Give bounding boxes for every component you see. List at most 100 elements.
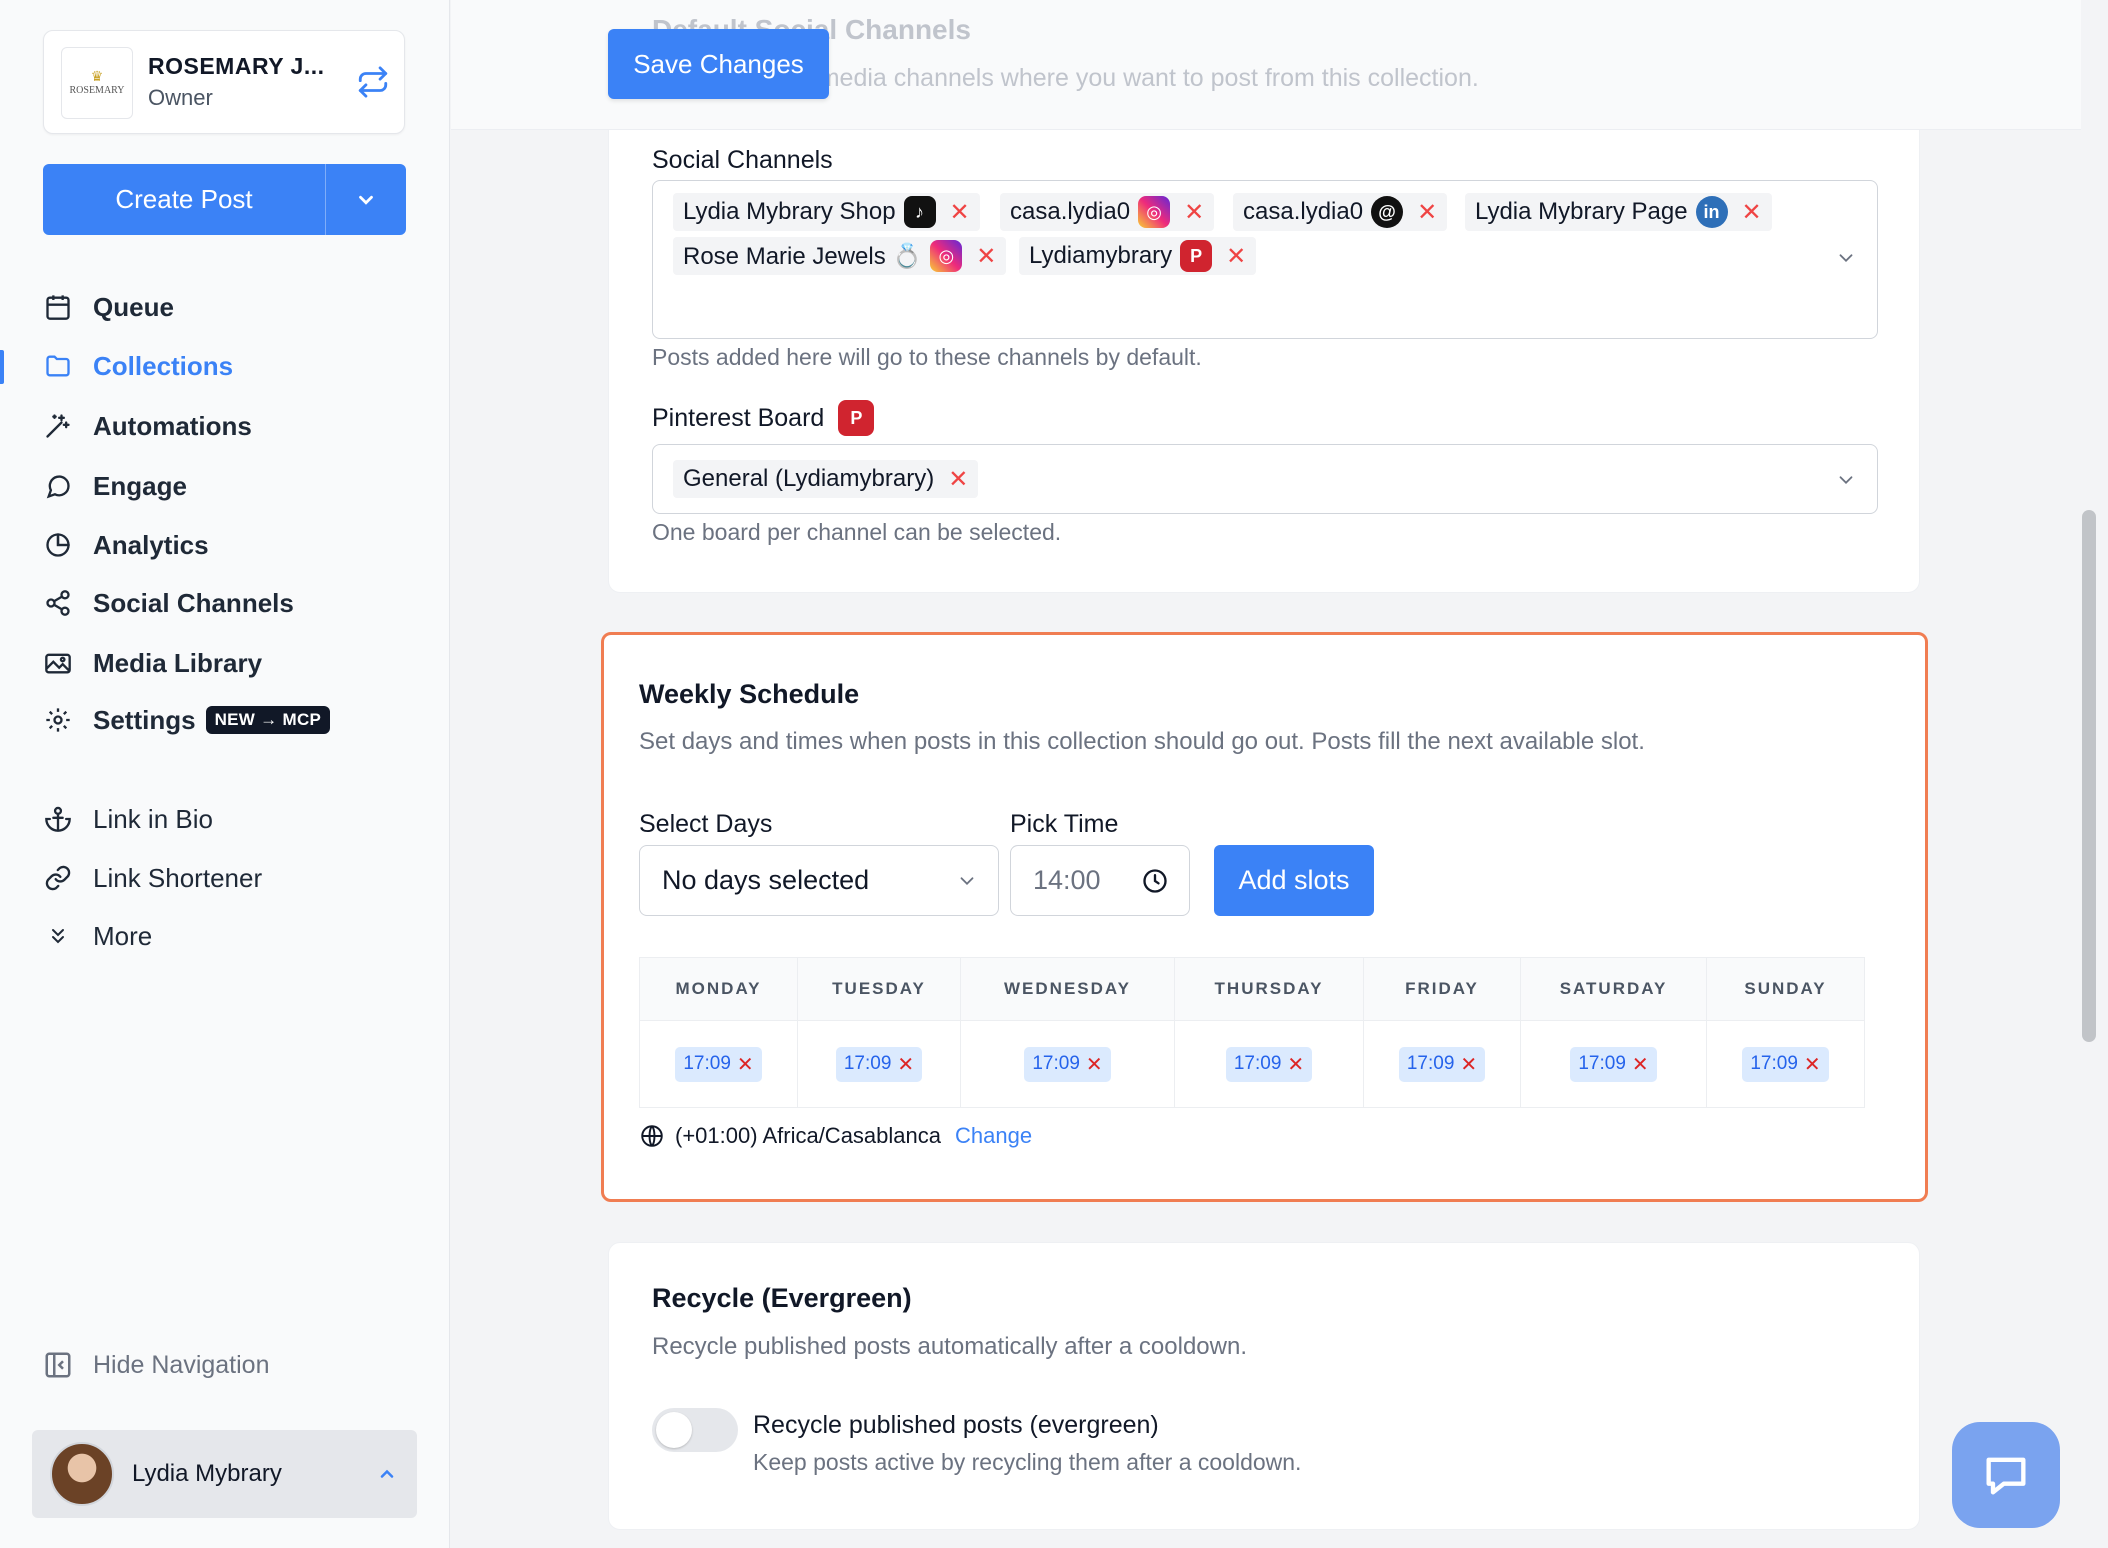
time-slot: 17:09 ✕ (675, 1046, 762, 1082)
folder-icon (43, 351, 73, 381)
pick-time-input[interactable]: 14:00 (1010, 845, 1190, 916)
remove-icon[interactable]: ✕ (1184, 198, 1204, 227)
weekly-schedule-card: Weekly Schedule Set days and times when … (601, 632, 1928, 1202)
sidebar-item-queue[interactable]: Queue (43, 285, 174, 329)
remove-icon[interactable]: ✕ (950, 198, 970, 227)
sidebar-item-label: Settings (93, 704, 196, 735)
sidebar-item-label: Link Shortener (93, 862, 263, 893)
recycle-toggle[interactable] (652, 1408, 738, 1452)
support-chat-button[interactable] (1952, 1422, 2060, 1528)
social-channels-select[interactable]: Lydia Mybrary Shop ♪ ✕ casa.lydia0 ◎ ✕ c… (652, 180, 1878, 339)
sidebar-item-label: Queue (93, 291, 174, 322)
select-days-dropdown[interactable]: No days selected (639, 845, 999, 916)
channel-chip-label: casa.lydia0 (1243, 198, 1364, 225)
chevron-down-icon (960, 876, 974, 885)
sidebar-item-label: Collections (93, 350, 234, 381)
remove-icon[interactable]: ✕ (1417, 198, 1437, 227)
channel-chip: Rose Marie Jewels 💍 ◎ ✕ (673, 237, 1007, 275)
remove-slot-icon[interactable]: ✕ (897, 1052, 914, 1077)
time-slot: 17:09 ✕ (1225, 1046, 1313, 1082)
remove-icon[interactable]: ✕ (948, 465, 968, 494)
sidebar-item-social-channels[interactable]: Social Channels (43, 581, 294, 625)
sidebar-item-more[interactable]: More (43, 914, 152, 958)
sidebar-item-collections[interactable]: Collections (43, 344, 233, 388)
day-header: WEDNESDAY (960, 957, 1175, 1022)
board-chip: General (Lydiamybrary) ✕ (673, 460, 979, 498)
chevron-down-icon[interactable] (1835, 469, 1857, 491)
remove-icon[interactable]: ✕ (1742, 198, 1762, 227)
chat-bubble-icon (43, 471, 73, 501)
remove-slot-icon[interactable]: ✕ (1804, 1052, 1821, 1077)
org-switcher[interactable]: ♛ ROSEMARY ROSEMARY J... Owner (43, 30, 405, 134)
sidebar-item-analytics[interactable]: Analytics (43, 523, 209, 567)
remove-icon[interactable]: ✕ (976, 242, 996, 271)
remove-slot-icon[interactable]: ✕ (1460, 1052, 1477, 1077)
time-slot: 17:09 ✕ (835, 1046, 923, 1082)
create-post-label[interactable]: Create Post (43, 164, 326, 235)
gear-icon (43, 705, 73, 735)
share-icon (43, 588, 73, 618)
day-cell: 17:09 ✕ (639, 1020, 798, 1108)
sidebar-item-label: Engage (93, 470, 187, 501)
channel-chip: Lydiamybrary P ✕ (1019, 237, 1257, 275)
recycle-card: Recycle (Evergreen) Recycle published po… (608, 1242, 1920, 1530)
sidebar-item-settings[interactable]: Settings NEW → MCP (43, 698, 331, 742)
recycle-toggle-label: Recycle published posts (evergreen) (753, 1411, 1159, 1439)
remove-slot-icon[interactable]: ✕ (1086, 1052, 1103, 1077)
threads-icon: @ (1371, 196, 1404, 228)
scrollbar[interactable] (2082, 510, 2096, 1042)
channel-chip-label: Lydiamybrary (1029, 242, 1173, 269)
sidebar-item-link-shortener[interactable]: Link Shortener (43, 856, 262, 900)
new-badge: NEW → MCP (205, 706, 331, 734)
change-timezone-link[interactable]: Change (955, 1123, 1032, 1149)
sidebar-item-label: Analytics (93, 529, 209, 560)
sidebar-item-engage[interactable]: Engage (43, 464, 187, 508)
pinterest-board-label: Pinterest Board (652, 403, 825, 432)
sidebar-item-automations[interactable]: Automations (43, 404, 252, 448)
tiktok-icon: ♪ (903, 196, 936, 228)
sidebar-item-link-in-bio[interactable]: Link in Bio (43, 797, 213, 841)
time-slot: 17:09 ✕ (1570, 1046, 1657, 1082)
switch-icon[interactable] (356, 65, 390, 99)
sidebar-item-media-library[interactable]: Media Library (43, 641, 262, 685)
board-chip-label: General (Lydiamybrary) (683, 465, 935, 492)
create-post-dropdown[interactable] (326, 164, 406, 235)
channel-chip: Lydia Mybrary Shop ♪ ✕ (673, 193, 980, 231)
create-post-button[interactable]: Create Post (43, 164, 406, 235)
time-slot: 17:09 ✕ (1024, 1046, 1111, 1082)
pick-time-label: Pick Time (1010, 810, 1119, 838)
chevron-down-icon[interactable] (1835, 247, 1857, 269)
day-header: MONDAY (639, 957, 798, 1022)
weekly-schedule-title: Weekly Schedule (639, 679, 860, 709)
pinterest-board-label-row: Pinterest Board P (652, 400, 875, 436)
remove-slot-icon[interactable]: ✕ (1287, 1052, 1304, 1077)
chevron-up-icon (380, 1469, 394, 1478)
org-logo: ♛ ROSEMARY (61, 47, 133, 119)
day-cell: 17:09 ✕ (1363, 1020, 1521, 1108)
anchor-icon (43, 804, 73, 834)
select-days-value: No days selected (662, 865, 870, 895)
toggle-knob (656, 1412, 692, 1448)
sidebar-item-label: Media Library (93, 647, 263, 678)
pinterest-board-select[interactable]: General (Lydiamybrary) ✕ (652, 444, 1878, 514)
save-changes-button[interactable]: Save Changes (608, 29, 829, 99)
sidebar-item-label: Social Channels (93, 587, 294, 618)
user-menu[interactable]: Lydia Mybrary (32, 1430, 417, 1518)
chevrons-down-icon (43, 921, 73, 951)
add-slots-button[interactable]: Add slots (1214, 845, 1374, 916)
day-header: SUNDAY (1706, 957, 1865, 1022)
sidebar-item-label: Automations (93, 410, 252, 441)
day-cell: 17:09 ✕ (1707, 1021, 1865, 1108)
avatar (50, 1442, 114, 1506)
remove-slot-icon[interactable]: ✕ (1632, 1052, 1649, 1077)
hide-navigation-button[interactable]: Hide Navigation (43, 1350, 270, 1380)
remove-slot-icon[interactable]: ✕ (737, 1052, 754, 1077)
time-slot: 17:09 ✕ (1398, 1046, 1486, 1082)
magic-wand-icon (43, 411, 73, 441)
remove-icon[interactable]: ✕ (1226, 242, 1246, 271)
images-icon (43, 648, 73, 678)
channel-chip-label: Lydia Mybrary Shop (683, 198, 896, 225)
social-channels-card: Social Channels Lydia Mybrary Shop ♪ ✕ c… (608, 130, 1920, 593)
active-indicator (0, 350, 4, 384)
clock-icon (1143, 868, 1167, 893)
